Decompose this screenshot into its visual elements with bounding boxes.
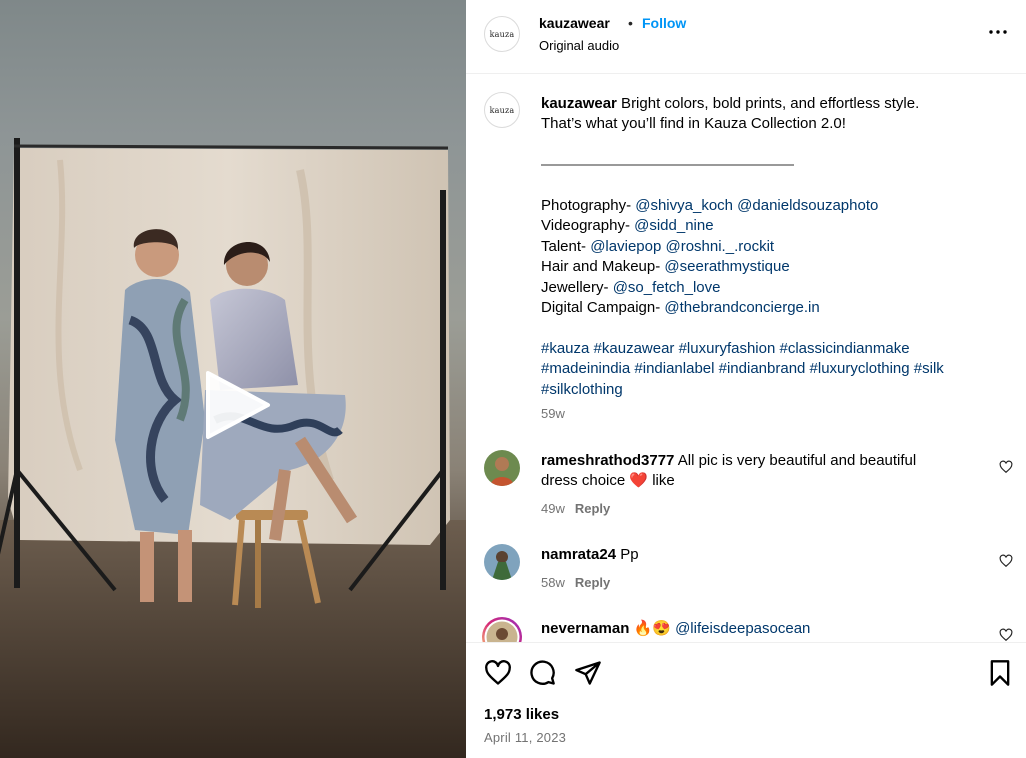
- credit-mention[interactable]: @shivya_koch @danieldsouzaphoto: [635, 197, 878, 214]
- post-header: kauza kauzawear • Follow Original audio: [466, 0, 1026, 74]
- comment-body: 🔥😍: [629, 620, 676, 637]
- comment-like-icon[interactable]: [999, 460, 1013, 474]
- comment-like-icon[interactable]: [999, 628, 1013, 642]
- heart-icon[interactable]: [484, 659, 512, 687]
- follow-button[interactable]: Follow: [642, 15, 686, 31]
- author-username[interactable]: kauzawear: [539, 15, 610, 31]
- comment-like-icon[interactable]: [999, 554, 1013, 568]
- hashtags[interactable]: #kauza #kauzawear #luxuryfashion #classi…: [541, 339, 1001, 359]
- avatar[interactable]: kauza: [484, 16, 520, 52]
- comment-time[interactable]: 58w: [541, 575, 565, 590]
- post-caption: kauzawear Bright colors, bold prints, an…: [541, 94, 1001, 400]
- play-button[interactable]: [198, 365, 278, 445]
- avatar-logo-text: kauza: [489, 29, 515, 39]
- credit-role: Hair and Makeup-: [541, 258, 665, 276]
- comment-body: dress choice ❤️ like: [541, 472, 675, 490]
- comment-text: nevernaman 🔥😍 @lifeisdeepasocean: [541, 619, 971, 639]
- comment-icon[interactable]: [528, 659, 556, 687]
- commenter-username[interactable]: rameshrathod3777: [541, 452, 674, 469]
- reply-button[interactable]: Reply: [575, 501, 610, 516]
- credit-mention[interactable]: @sidd_nine: [634, 217, 713, 234]
- caption-text: That’s what you’ll find in Kauza Collect…: [541, 115, 846, 133]
- commenter-username[interactable]: nevernaman: [541, 620, 629, 637]
- comments-scroll-area[interactable]: kauza kauzawear Bright colors, bold prin…: [466, 75, 1026, 642]
- credit-line: Photography- @shivya_koch @danieldsouzap…: [541, 196, 1001, 216]
- share-icon[interactable]: [574, 659, 602, 687]
- credit-role: Talent-: [541, 237, 591, 255]
- credit-line: Digital Campaign- @thebrandconcierge.in: [541, 298, 1001, 318]
- bookmark-icon[interactable]: [986, 659, 1014, 687]
- post-date[interactable]: April 11, 2023: [484, 730, 566, 745]
- caption-divider: ——————————————————: [541, 156, 794, 174]
- play-icon: [206, 371, 270, 439]
- credit-line: Talent- @laviepop @roshni._.rockit: [541, 237, 1001, 257]
- post-actions: 1,973 likes April 11, 2023: [466, 642, 1026, 758]
- hashtags[interactable]: #madeinindia #indianlabel #indianbrand #…: [541, 359, 1001, 379]
- post-media[interactable]: [0, 0, 466, 758]
- comment-time[interactable]: 49w: [541, 501, 565, 516]
- comment-meta: 49w Reply: [541, 501, 610, 516]
- comment-body: All pic is very beautiful and beautiful: [674, 452, 917, 469]
- commenter-username[interactable]: namrata24: [541, 546, 616, 563]
- credit-role: Jewellery-: [541, 278, 613, 296]
- caption-line: kauzawear Bright colors, bold prints, an…: [541, 94, 1001, 114]
- post-detail-panel: kauza kauzawear • Follow Original audio …: [466, 0, 1026, 758]
- more-options-icon[interactable]: [986, 20, 1010, 44]
- credit-line: Hair and Makeup- @seerathmystique: [541, 257, 1001, 277]
- caption-text: Bright colors, bold prints, and effortle…: [616, 95, 920, 112]
- hashtags[interactable]: #silkclothing: [541, 380, 1001, 400]
- credit-role: Videography-: [541, 217, 635, 235]
- credit-role: Digital Campaign-: [541, 299, 665, 317]
- reply-button[interactable]: Reply: [575, 575, 610, 590]
- caption-timestamp[interactable]: 59w: [541, 406, 565, 421]
- commenter-avatar-story-ring[interactable]: [481, 616, 523, 642]
- commenter-avatar[interactable]: [484, 450, 520, 486]
- likes-count[interactable]: 1,973 likes: [484, 706, 559, 723]
- avatar-logo-text: kauza: [489, 105, 515, 115]
- credit-mention[interactable]: @so_fetch_love: [613, 279, 721, 296]
- credit-mention[interactable]: @seerathmystique: [664, 258, 789, 275]
- audio-label[interactable]: Original audio: [539, 38, 619, 53]
- credit-line: Jewellery- @so_fetch_love: [541, 278, 1001, 298]
- comment-mention[interactable]: @lifeisdeepasocean: [675, 620, 810, 637]
- commenter-avatar[interactable]: [484, 544, 520, 580]
- credit-line: Videography- @sidd_nine: [541, 216, 1001, 236]
- caption-avatar[interactable]: kauza: [484, 92, 520, 128]
- comment-text: namrata24 Pp: [541, 545, 971, 565]
- caption-username[interactable]: kauzawear: [541, 95, 617, 112]
- comment-text: rameshrathod3777 All pic is very beautif…: [541, 451, 971, 492]
- credit-mention[interactable]: @laviepop @roshni._.rockit: [590, 238, 774, 255]
- separator-dot: •: [628, 15, 633, 31]
- credit-mention[interactable]: @thebrandconcierge.in: [664, 299, 819, 316]
- comment-meta: 58w Reply: [541, 575, 610, 590]
- credit-role: Photography-: [541, 197, 636, 214]
- comment-body: Pp: [616, 546, 639, 563]
